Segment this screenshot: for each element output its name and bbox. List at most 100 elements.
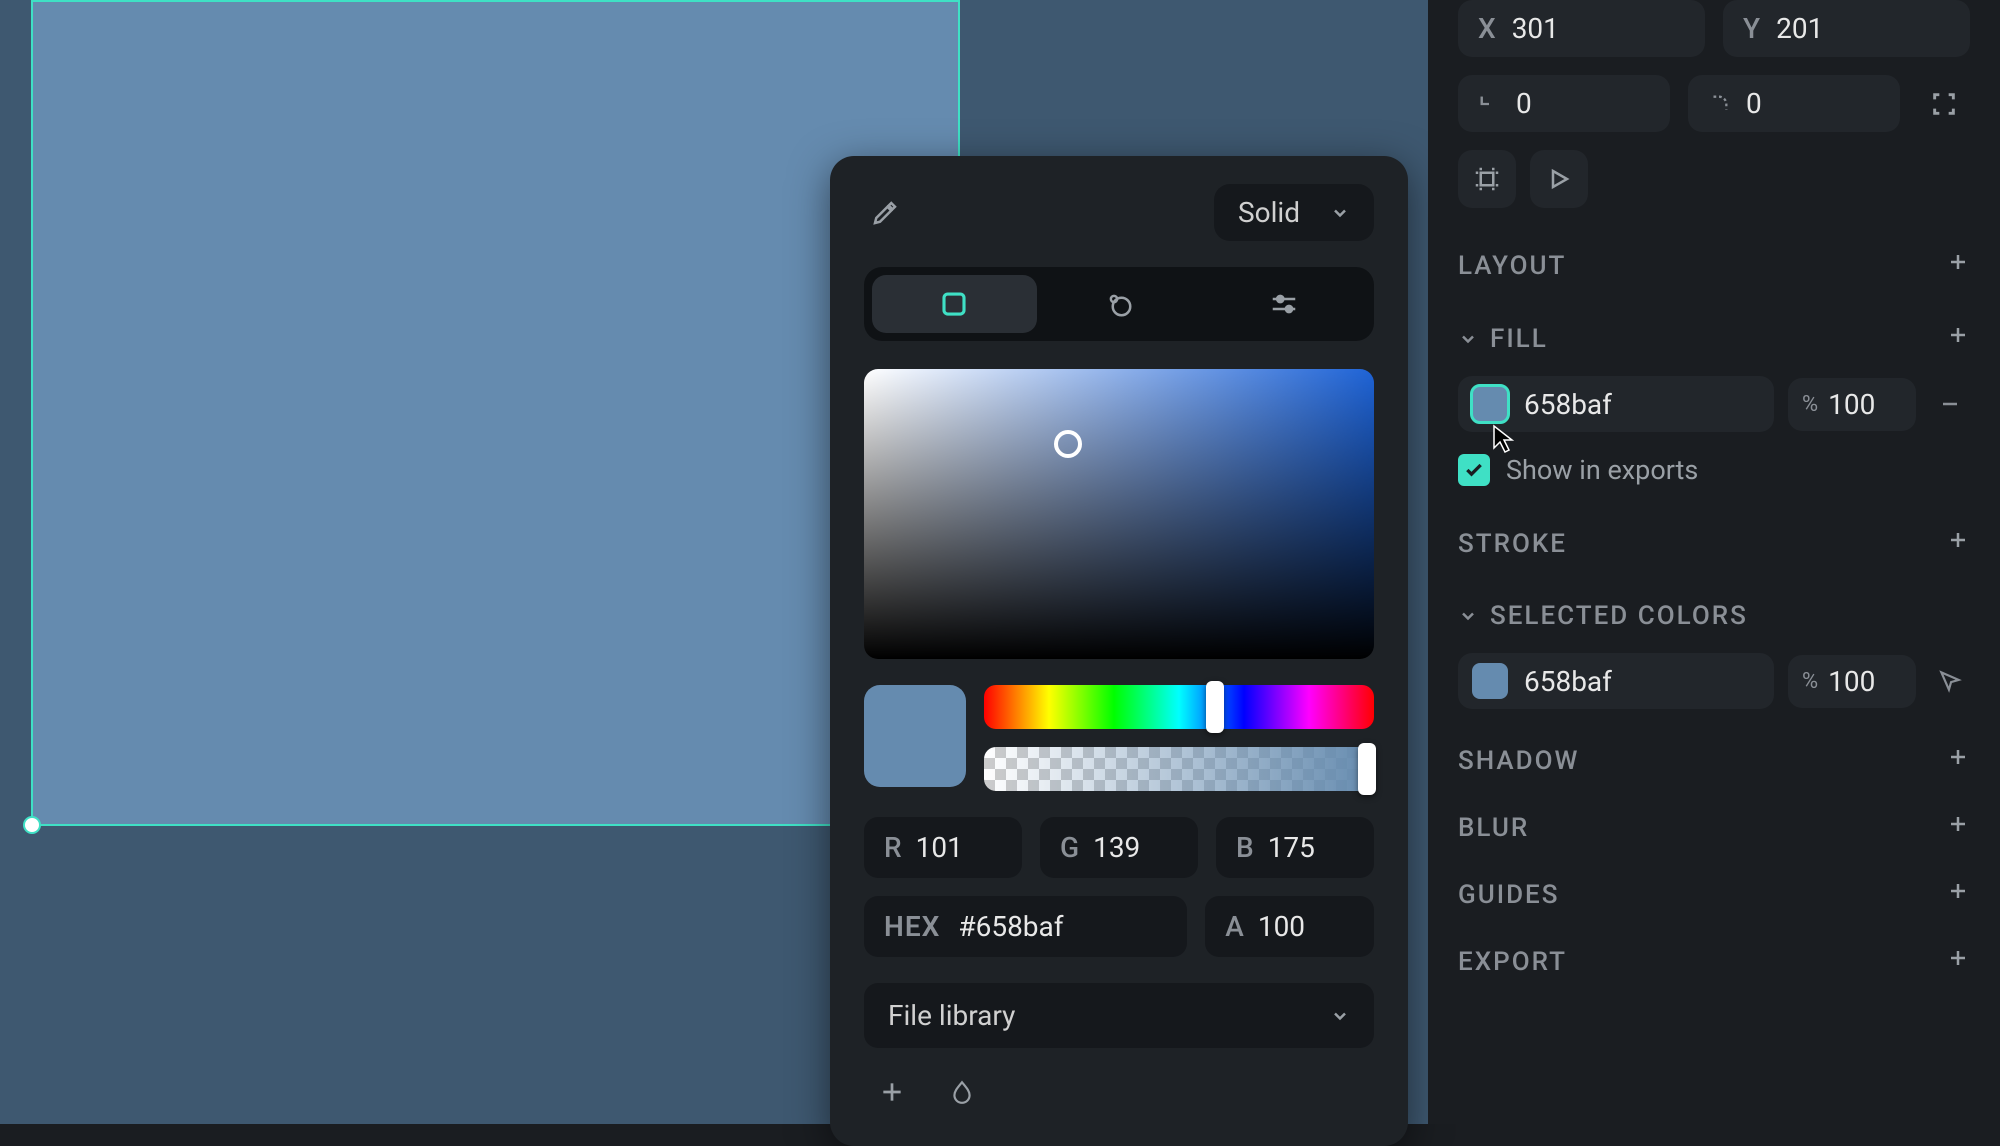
layout-title: LAYOUT — [1458, 251, 1566, 281]
hex-label: HEX — [884, 910, 940, 943]
rotation-value: 0 — [1516, 87, 1532, 120]
export-title: EXPORT — [1458, 947, 1567, 977]
add-layout-button[interactable] — [1946, 250, 1970, 281]
saturation-value-area[interactable] — [864, 369, 1374, 659]
r-input[interactable]: R 101 — [864, 817, 1022, 878]
export-section-header: EXPORT — [1458, 946, 1970, 977]
x-input[interactable]: X 301 — [1458, 0, 1705, 57]
hex-input[interactable]: HEX #658baf — [864, 896, 1187, 957]
library-dropdown[interactable]: File library — [864, 983, 1374, 1048]
alpha-slider[interactable] — [984, 747, 1374, 791]
show-in-exports-label: Show in exports — [1506, 454, 1698, 486]
fill-section-header[interactable]: FILL — [1458, 323, 1970, 354]
selected-colors-section-header[interactable]: SELECTED COLORS — [1458, 601, 1970, 631]
y-value: 201 — [1776, 12, 1823, 45]
fill-color-chip[interactable] — [1472, 386, 1508, 422]
add-color-button[interactable] — [872, 1072, 912, 1112]
chevron-down-icon — [1458, 606, 1478, 626]
play-button[interactable] — [1530, 150, 1588, 208]
picker-tab-sliders[interactable] — [1201, 275, 1366, 333]
stroke-section-header: STROKE — [1458, 528, 1970, 559]
x-label: X — [1478, 12, 1496, 45]
color-preview-swatch — [864, 685, 966, 787]
hue-thumb[interactable] — [1206, 681, 1224, 733]
harmony-icon — [1104, 289, 1134, 319]
cursor-icon — [1937, 668, 1963, 694]
fill-type-dropdown[interactable]: Solid — [1214, 184, 1374, 241]
corner-radius-input[interactable]: 0 — [1688, 75, 1900, 132]
expand-corners-button[interactable] — [1918, 78, 1970, 130]
eyedropper-button[interactable] — [864, 192, 906, 234]
plus-icon — [1946, 946, 1970, 970]
hue-slider[interactable] — [984, 685, 1374, 729]
sliders-icon — [1269, 289, 1299, 319]
shadow-section-header: SHADOW — [1458, 745, 1970, 776]
add-shadow-button[interactable] — [1946, 745, 1970, 776]
chevron-down-icon — [1330, 203, 1350, 223]
properties-sidebar: X 301 Y 201 0 0 LAYOUT — [1428, 0, 2000, 1124]
sv-handle[interactable] — [1054, 430, 1082, 458]
blur-section-header: BLUR — [1458, 812, 1970, 843]
selected-color-chip[interactable] — [1472, 663, 1508, 699]
clip-content-button[interactable] — [1458, 150, 1516, 208]
droplet-button[interactable] — [942, 1072, 982, 1112]
plus-icon — [1946, 879, 1970, 903]
add-stroke-button[interactable] — [1946, 528, 1970, 559]
add-blur-button[interactable] — [1946, 812, 1970, 843]
alpha-value: 100 — [1258, 910, 1305, 943]
show-in-exports-checkbox[interactable] — [1458, 454, 1490, 486]
blur-title: BLUR — [1458, 813, 1529, 843]
guides-title: GUIDES — [1458, 880, 1560, 910]
fill-title: FILL — [1490, 324, 1548, 354]
b-label: B — [1236, 831, 1254, 864]
b-input[interactable]: B 175 — [1216, 817, 1374, 878]
guides-section-header: GUIDES — [1458, 879, 1970, 910]
corner-radius-value: 0 — [1746, 87, 1762, 120]
picker-tab-harmony[interactable] — [1037, 275, 1202, 333]
selected-shape[interactable] — [31, 0, 960, 826]
corner-radius-icon — [1708, 93, 1730, 115]
plus-icon — [1946, 250, 1970, 274]
rotation-input[interactable]: 0 — [1458, 75, 1670, 132]
library-label: File library — [888, 999, 1015, 1032]
b-value: 175 — [1268, 831, 1315, 864]
plus-icon — [1946, 812, 1970, 836]
plus-icon — [1946, 323, 1970, 347]
r-value: 101 — [916, 831, 963, 864]
add-guides-button[interactable] — [1946, 879, 1970, 910]
rotation-icon — [1478, 93, 1500, 115]
picker-mode-tabs — [864, 267, 1374, 341]
select-color-button[interactable] — [1930, 661, 1970, 701]
g-value: 139 — [1093, 831, 1140, 864]
plus-icon — [879, 1079, 905, 1105]
droplet-icon — [949, 1079, 975, 1105]
alpha-thumb[interactable] — [1358, 743, 1376, 795]
add-export-button[interactable] — [1946, 946, 1970, 977]
minus-icon — [1938, 392, 1962, 416]
selected-color-input[interactable]: 658baf — [1458, 653, 1774, 709]
layout-section-header: LAYOUT — [1458, 250, 1970, 281]
fill-hex-value: 658baf — [1524, 388, 1612, 421]
plus-icon — [1946, 745, 1970, 769]
add-fill-button[interactable] — [1946, 323, 1970, 354]
alpha-input[interactable]: A 100 — [1205, 896, 1374, 957]
alpha-label: A — [1225, 910, 1244, 943]
eyedropper-icon — [870, 198, 900, 228]
plus-icon — [1946, 528, 1970, 552]
y-input[interactable]: Y 201 — [1723, 0, 1970, 57]
fill-color-input[interactable]: 658baf — [1458, 376, 1774, 432]
fill-opacity-input[interactable]: % 100 — [1788, 378, 1916, 431]
g-input[interactable]: G 139 — [1040, 817, 1198, 878]
selected-opacity-input[interactable]: % 100 — [1788, 655, 1916, 708]
check-icon — [1464, 460, 1484, 480]
expand-icon — [1930, 90, 1958, 118]
hex-value: #658baf — [958, 910, 1063, 943]
fill-type-label: Solid — [1238, 196, 1300, 229]
resize-handle-bottom-left[interactable] — [23, 816, 41, 834]
remove-fill-button[interactable] — [1930, 384, 1970, 424]
selected-hex-value: 658baf — [1524, 665, 1612, 698]
g-label: G — [1060, 831, 1079, 864]
picker-tab-square[interactable] — [872, 275, 1037, 333]
chevron-down-icon — [1458, 329, 1478, 349]
fill-opacity-value: 100 — [1828, 388, 1875, 421]
